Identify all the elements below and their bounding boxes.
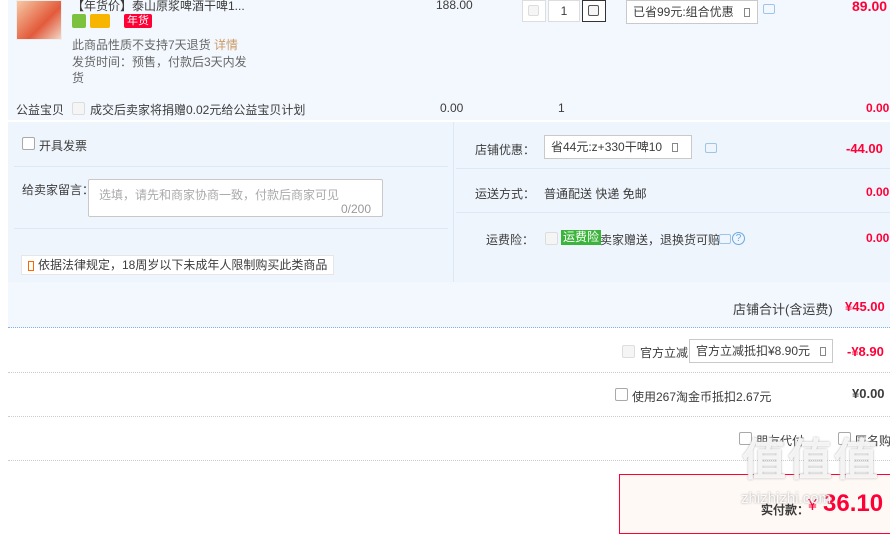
chevron-down-icon (672, 143, 679, 153)
chat-icon[interactable] (719, 234, 731, 244)
service-icon-green (72, 14, 86, 28)
insurance-check-icon (545, 232, 558, 245)
official-value: -¥8.90 (847, 344, 884, 359)
store-discount-label: 店铺优惠： (475, 143, 536, 157)
item-price: 188.00 (436, 0, 473, 12)
insurance-label: 运费险： (486, 233, 535, 247)
item-total: 89.00 (852, 0, 888, 14)
watermark-url: zhizhizhi.com (741, 490, 832, 507)
coin-value: ¥0.00 (852, 386, 885, 401)
coin-checkbox[interactable] (615, 388, 628, 401)
return-notice: 此商品性质不支持7天退货 详情 (72, 38, 239, 52)
official-select[interactable]: 官方立减抵扣¥8.90元 (689, 339, 833, 363)
official-label: 官方立减 (640, 346, 689, 360)
service-icon-card (90, 14, 110, 28)
chat-icon[interactable] (705, 143, 717, 153)
charity-icon (72, 102, 85, 115)
shipping-label: 运送方式： (475, 187, 536, 201)
pay-value: 36.10 (823, 490, 884, 517)
official-icon (622, 345, 635, 358)
invoice-checkbox[interactable] (22, 137, 35, 150)
store-total-value: ¥45.00 (845, 299, 885, 314)
chat-icon[interactable] (763, 4, 775, 14)
insurance-amount: 0.00 (866, 231, 890, 245)
message-count: 0/200 (341, 202, 372, 216)
insurance-desc: 卖家赠送，退换货可赔 (600, 233, 721, 247)
charity-total: 0.00 (866, 101, 890, 115)
invoice-label: 开具发票 (39, 139, 88, 153)
charity-desc: 成交后卖家将捐赠0.02元给公益宝贝计划 (90, 103, 306, 117)
product-thumbnail[interactable] (16, 0, 62, 40)
legal-notice: 依据法律规定，18周岁以下未成年人限制购买此类商品 (21, 255, 335, 275)
message-input[interactable]: 选填，请先和商家协商一致，付款后商家可见 0/200 (88, 179, 383, 217)
qty-input[interactable]: 1 (548, 0, 580, 22)
shipping-amount: 0.00 (866, 185, 890, 199)
help-icon[interactable]: ? (732, 232, 745, 245)
shipping-time-line1: 发货时间：预售，付款后3天内发 (72, 55, 247, 69)
watermark: 值值值 (742, 436, 880, 485)
charity-qty: 1 (558, 101, 565, 115)
qty-increase-button[interactable] (582, 0, 606, 22)
qty-decrease-button[interactable] (522, 0, 546, 22)
warning-icon (28, 260, 34, 271)
notice-detail-link[interactable]: 详情 (214, 38, 238, 52)
chevron-down-icon (743, 8, 750, 18)
charity-label: 公益宝贝 (16, 103, 65, 117)
item-discount-select[interactable]: 已省99元:组合优惠 (626, 0, 758, 24)
chevron-down-icon (820, 347, 827, 357)
charity-price: 0.00 (440, 101, 464, 115)
store-total-label: 店铺合计(含运费) (733, 302, 833, 317)
message-label: 给卖家留言： (22, 183, 95, 197)
shipping-time-line2: 货 (72, 71, 85, 85)
store-discount-value: -44.00 (846, 141, 883, 156)
insurance-badge: 运费险 (561, 230, 602, 245)
product-title[interactable]: 【年货价】泰山原浆啤酒干啤1... (72, 0, 245, 14)
store-discount-select[interactable]: 省44元:z+330干啤10 (544, 135, 692, 159)
message-placeholder: 选填，请先和商家协商一致，付款后商家可见 (99, 188, 340, 202)
nianhuo-badge: 年货 (124, 14, 152, 28)
shipping-value: 普通配送 快递 免邮 (544, 187, 647, 201)
coin-label: 使用267淘金币抵扣2.67元 (632, 390, 772, 404)
